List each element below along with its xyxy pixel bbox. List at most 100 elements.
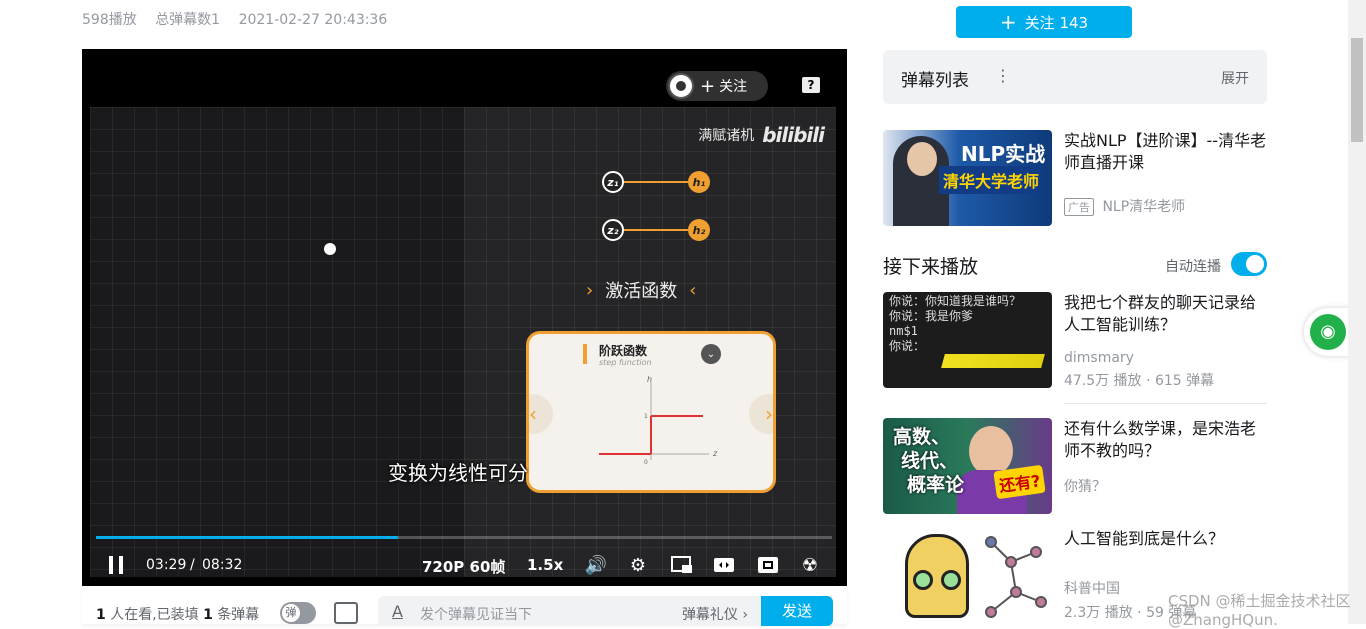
axis-zero-label: 0	[644, 459, 648, 464]
video-subtitle: 变换为线性可分	[388, 461, 528, 485]
node-z1: z₁	[602, 171, 624, 193]
ad-tag: 广告	[1064, 198, 1094, 216]
thumb-line: 还有?	[993, 464, 1047, 500]
card-next-icon: ›	[749, 394, 773, 434]
watching-status: 1 人在看,已装填 1 条弹幕	[96, 604, 259, 624]
video-meta: 598播放 总弹幕数1 2021-02-27 20:43:36	[82, 9, 401, 29]
danmaku-input[interactable]: A 发个弹幕见证当下 弹幕礼仪 ›	[378, 596, 762, 626]
node-z2: z₂	[602, 219, 624, 241]
bilibili-logo: bilibili	[762, 123, 825, 147]
video-stats: 47.5万 播放 · 615 弹幕	[1064, 373, 1215, 389]
thumb-line: 高数、	[893, 426, 951, 448]
up-next-title: 接下来播放	[883, 256, 979, 278]
publish-datetime: 2021-02-27 20:43:36	[238, 12, 388, 28]
video-title[interactable]: 我把七个群友的聊天记录给人工智能训练？	[1064, 292, 1267, 336]
node-h1: h₁	[688, 171, 710, 193]
danmaku-send-bar: 1 人在看,已装填 1 条弹幕 弹 A 发个弹幕见证当下 弹幕礼仪 › 发送	[82, 586, 847, 626]
activation-label: 激活函数	[605, 281, 678, 302]
pause-icon[interactable]	[104, 555, 128, 575]
recommended-video[interactable]: 高数、 线代、 概率论 还有? 还有什么数学课，是宋浩老师不教的吗？ 你猜？	[883, 418, 1267, 514]
node-h2: h₂	[688, 219, 710, 241]
send-danmaku-button[interactable]: 发送	[761, 596, 833, 626]
video-title[interactable]: 人工智能到底是什么？	[1064, 528, 1267, 550]
ad-thumb-line2: 清华大学老师	[939, 166, 1044, 194]
video-frame[interactable]: 满赋诸机 bilibili z₁ h₁ z₂ h₂ › 激活函数 ‹ 阶跃函数 …	[90, 107, 836, 577]
card-title: 阶跃函数	[599, 344, 648, 358]
scrollbar-thumb[interactable]	[1351, 38, 1363, 142]
teacher-face	[969, 426, 1013, 476]
danmaku-settings-icon[interactable]	[334, 602, 358, 624]
wifi-widget[interactable]: ◉	[1304, 308, 1352, 356]
watermark: CSDN @稀土掘金技术社区 @ZhangHQun.	[1168, 592, 1351, 629]
video-player[interactable]: + 关注 ? 满赋诸机 bilibili z₁ h₁ z₂ h₂ › 激活函数 …	[82, 49, 847, 586]
uploader-avatar	[668, 73, 694, 99]
ad-thumb-line1: NLP实战	[961, 142, 1046, 166]
follow-button-label: 关注 143	[1024, 13, 1089, 32]
help-icon[interactable]: ?	[802, 77, 820, 93]
wifi-icon: ◉	[1310, 314, 1346, 350]
step-function-card: 阶跃函数 step function ⌄ ‹ › h z 1 0	[526, 331, 776, 493]
plus-icon: +	[999, 10, 1017, 34]
activation-heading: › 激活函数 ‹	[586, 277, 696, 303]
progress-fill	[96, 536, 398, 539]
video-title[interactable]: 还有什么数学课，是宋浩老师不教的吗？	[1064, 418, 1267, 462]
chevron-down-icon: ⌄	[701, 344, 721, 364]
font-style-icon[interactable]: A	[392, 602, 403, 621]
total-time: 08:32	[202, 557, 243, 573]
danmaku-etiquette-link[interactable]: 弹幕礼仪 ›	[682, 604, 748, 624]
time-separator: /	[190, 557, 195, 573]
autoplay-toggle[interactable]	[1231, 252, 1267, 276]
card-subtitle: step function	[599, 358, 652, 367]
player-follow-pill[interactable]: + 关注	[666, 71, 768, 101]
brand-text: 满赋诸机	[698, 128, 755, 144]
volume-icon[interactable]: 🔊	[584, 555, 608, 576]
quality-button[interactable]: 720P 60帧	[422, 556, 505, 577]
network-graph-illustration	[985, 536, 1047, 618]
step-function-plot: h z 1 0	[599, 375, 718, 464]
speed-button[interactable]: 1.5x	[527, 556, 563, 574]
thumb-line: 你说：	[889, 339, 926, 353]
ad-title[interactable]: 实战NLP【进阶课】--清华老师直播开课	[1064, 130, 1267, 174]
danmaku-toggle[interactable]: 弹	[280, 602, 316, 624]
loaded-count: 1	[203, 607, 213, 623]
axis-one-label: 1	[644, 413, 648, 420]
gear-icon[interactable]: ⚙	[626, 555, 650, 576]
danmaku-toggle-label: 弹	[282, 604, 300, 622]
chevron-right-icon: ›	[586, 279, 594, 301]
ad-uploader[interactable]: NLP清华老师	[1102, 199, 1185, 215]
video-thumbnail[interactable]	[883, 528, 1052, 624]
player-controls: 03:29 / 08:32 720P 60帧 1.5x 🔊 ⚙ ☢	[82, 545, 847, 585]
web-fullscreen-icon[interactable]	[756, 555, 780, 575]
thumb-line: nm$1	[889, 324, 918, 338]
video-uploader[interactable]: 你猜？	[1064, 476, 1267, 496]
thumb-line: 你说：我是你爹	[889, 309, 974, 323]
chevron-left-icon: ‹	[689, 279, 697, 301]
danmaku-list-expand[interactable]: 展开	[1221, 68, 1249, 88]
follow-button[interactable]: + 关注 143	[956, 6, 1132, 38]
video-uploader[interactable]: dimsmary	[1064, 350, 1267, 366]
video-brand: 满赋诸机 bilibili	[698, 123, 825, 147]
danmaku-total: 总弹幕数1	[155, 12, 221, 28]
axis-z-label: z	[712, 449, 718, 458]
current-time: 03:29	[146, 557, 187, 573]
thumb-line: 概率论	[907, 474, 965, 496]
axis-h-label: h	[647, 375, 652, 384]
ad-thumbnail[interactable]: NLP实战 清华大学老师	[883, 130, 1052, 226]
recommended-video[interactable]: 你说：你知道我是谁吗？ 你说：我是你爹 nm$1 你说： 我把七个群友的聊天记录…	[883, 292, 1267, 389]
picture-in-picture-icon[interactable]	[670, 555, 694, 575]
follow-pill-label: 关注	[719, 79, 748, 95]
fullscreen-icon[interactable]: ☢	[798, 555, 822, 576]
widescreen-icon[interactable]	[712, 555, 736, 575]
video-thumbnail[interactable]: 你说：你知道我是谁吗？ 你说：我是你爹 nm$1 你说：	[883, 292, 1052, 388]
danmaku-list-panel[interactable]: 弹幕列表 ⋮ 展开	[883, 50, 1267, 104]
ad-item[interactable]: NLP实战 清华大学老师 实战NLP【进阶课】--清华老师直播开课 广告 NLP…	[883, 130, 1267, 226]
more-vertical-icon[interactable]: ⋮	[995, 66, 1011, 85]
danmaku-placeholder: 发个弹幕见证当下	[420, 607, 532, 623]
cyberpunk-stripe	[941, 354, 1045, 368]
page-scrollbar[interactable]	[1348, 0, 1366, 624]
progress-bar[interactable]	[96, 536, 832, 539]
video-thumbnail[interactable]: 高数、 线代、 概率论 还有?	[883, 418, 1052, 514]
play-count: 598播放	[82, 12, 137, 28]
loaded-text: 条弹幕	[217, 607, 260, 623]
danmaku-list-title: 弹幕列表	[901, 71, 969, 91]
